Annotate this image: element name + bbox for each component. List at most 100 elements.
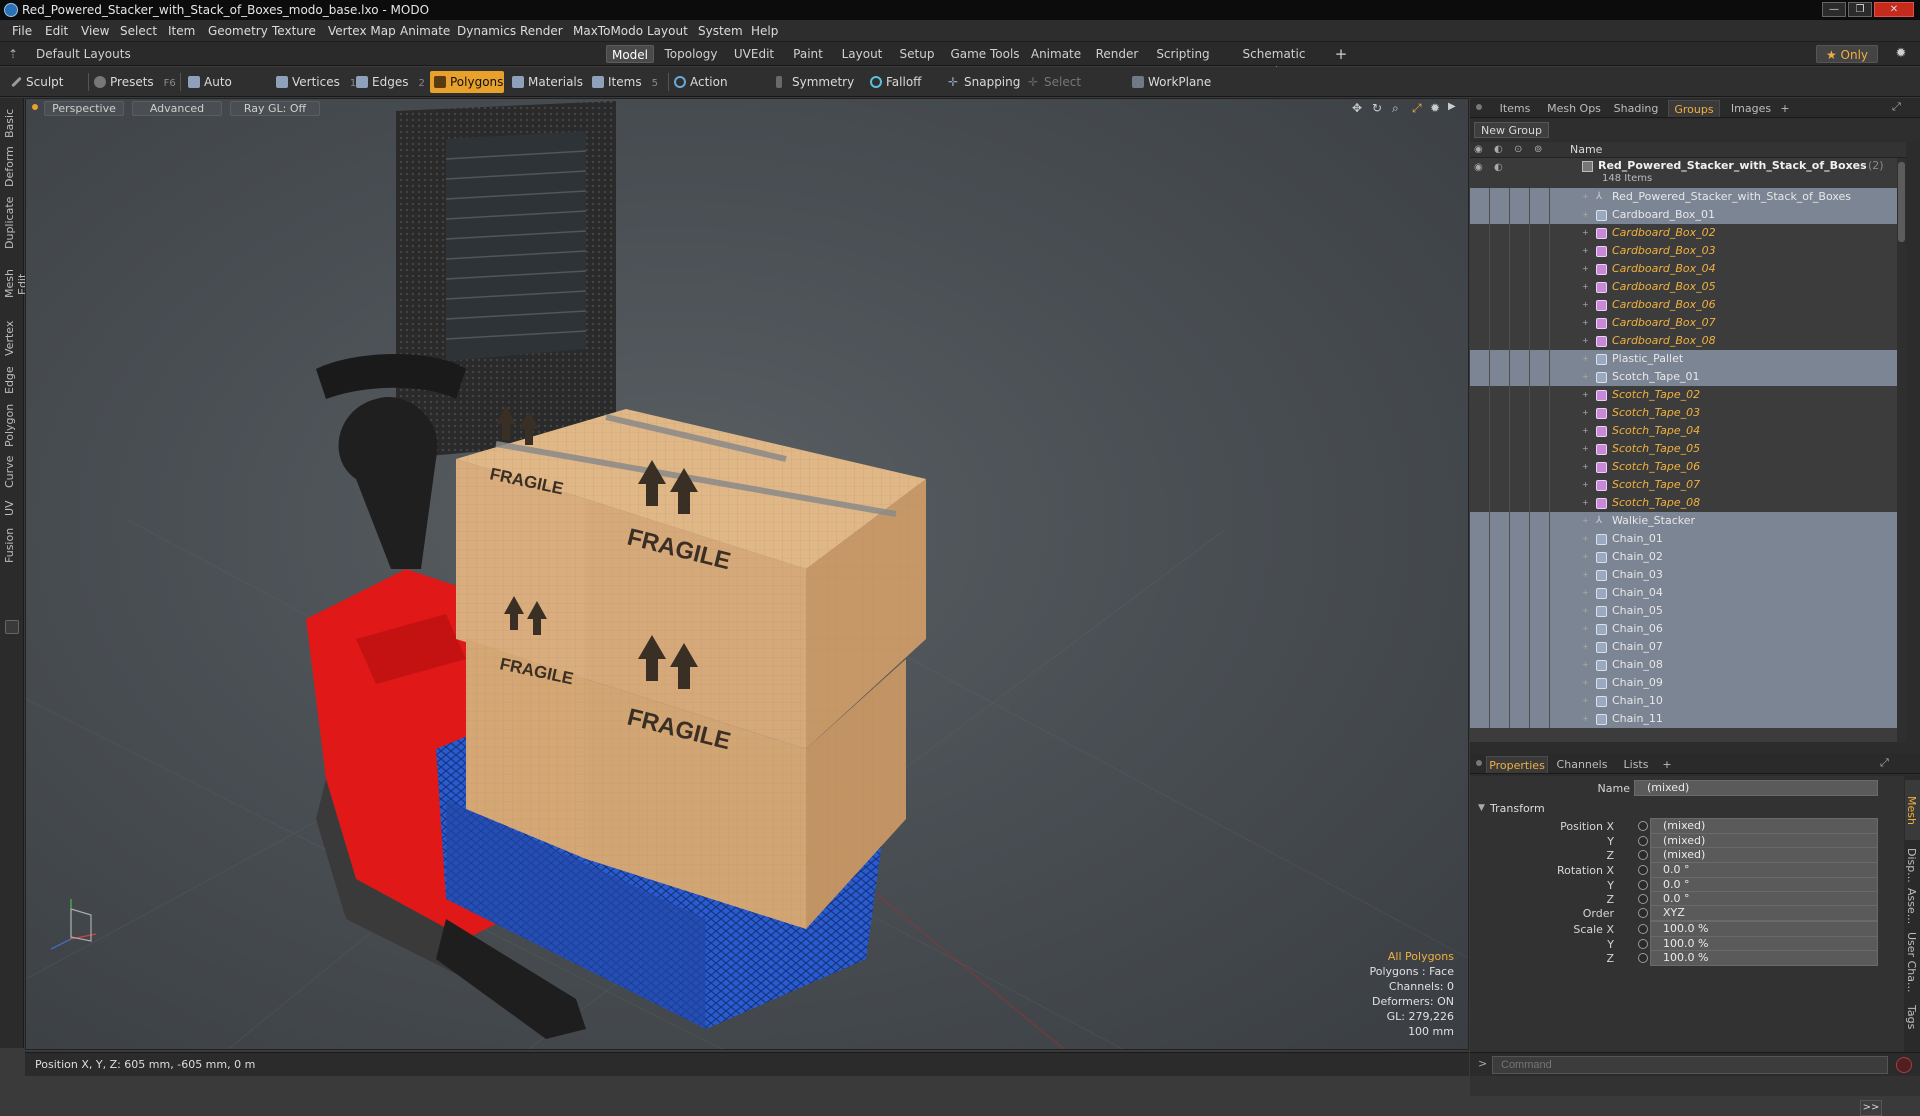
visibility-cell[interactable]	[1470, 638, 1490, 656]
expand-icon[interactable]: +	[1582, 638, 1589, 656]
visibility-cell[interactable]	[1490, 206, 1510, 224]
keyframe-toggle[interactable]	[1638, 850, 1648, 860]
tab-uvedit[interactable]: UVEdit	[730, 45, 778, 63]
expand-icon[interactable]: +	[1582, 224, 1589, 242]
visibility-cell[interactable]	[1530, 296, 1550, 314]
visibility-cell[interactable]	[1530, 260, 1550, 278]
groups-scrollbar-thumb[interactable]	[1898, 162, 1905, 242]
visibility-cell[interactable]	[1530, 188, 1550, 206]
add-properties-tab-button[interactable]: +	[1660, 756, 1674, 773]
expand-icon[interactable]: +	[1582, 692, 1589, 710]
visibility-cell[interactable]	[1490, 368, 1510, 386]
group-root[interactable]: ◉ ◐ Red_Powered_Stacker_with_Stack_of_Bo…	[1470, 158, 1906, 188]
expand-icon[interactable]: +	[1582, 332, 1589, 350]
visibility-cell[interactable]	[1470, 422, 1490, 440]
tab-shading[interactable]: Shading	[1610, 100, 1662, 117]
visibility-cell[interactable]	[1470, 674, 1490, 692]
expand-icon[interactable]: +	[1582, 386, 1589, 404]
expand-more-button[interactable]: >>	[1860, 1100, 1882, 1116]
visibility-cell[interactable]	[1530, 656, 1550, 674]
expand-icon[interactable]: +	[1582, 260, 1589, 278]
group-row[interactable]: + Scotch_Tape_03	[1470, 404, 1906, 422]
visibility-cell[interactable]	[1470, 584, 1490, 602]
visibility-cell[interactable]	[1470, 458, 1490, 476]
visibility-cell[interactable]	[1510, 224, 1530, 242]
visibility-cell[interactable]	[1510, 710, 1530, 728]
visibility-cell[interactable]	[1470, 530, 1490, 548]
visibility-cell[interactable]	[1510, 494, 1530, 512]
visibility-cell[interactable]	[1470, 656, 1490, 674]
name-column-header[interactable]: Name	[1570, 143, 1602, 156]
left-tab-mesh-edit[interactable]: Mesh Edit	[3, 258, 29, 310]
auto-select-button[interactable]: Auto Select	[184, 71, 272, 111]
visibility-cell[interactable]	[1490, 332, 1510, 350]
left-tab-uv[interactable]: UV	[3, 496, 21, 520]
visibility-cell[interactable]	[1510, 278, 1530, 296]
transform-row-field[interactable]: 0.0 °	[1650, 862, 1878, 878]
tab-setup[interactable]: Setup	[894, 45, 940, 63]
visibility-cell[interactable]	[1530, 350, 1550, 368]
visibility-cell[interactable]	[1490, 422, 1510, 440]
expand-icon[interactable]: +	[1582, 566, 1589, 584]
group-row[interactable]: + Cardboard_Box_06	[1470, 296, 1906, 314]
visibility-cell[interactable]	[1470, 188, 1490, 206]
menu-item[interactable]: Item	[168, 20, 195, 42]
menu-help[interactable]: Help	[751, 20, 778, 42]
groups-scrollbar[interactable]	[1897, 158, 1906, 742]
group-row[interactable]: + Cardboard_Box_01	[1470, 206, 1906, 224]
visibility-cell[interactable]	[1510, 332, 1530, 350]
visibility-cell[interactable]	[1490, 350, 1510, 368]
group-row[interactable]: + Chain_02	[1470, 548, 1906, 566]
group-row[interactable]: + Cardboard_Box_08	[1470, 332, 1906, 350]
group-row[interactable]: + Scotch_Tape_07	[1470, 476, 1906, 494]
visibility-cell[interactable]	[1470, 332, 1490, 350]
layout-pin-icon[interactable]: ⇡	[6, 45, 20, 63]
expand-icon[interactable]: +	[1582, 476, 1589, 494]
tab-mesh-ops[interactable]: Mesh Ops	[1544, 100, 1604, 117]
new-group-button[interactable]: New Group	[1474, 122, 1549, 138]
visibility-cell[interactable]	[1510, 656, 1530, 674]
menu-system[interactable]: System	[698, 20, 743, 42]
menu-file[interactable]: File	[12, 20, 32, 42]
group-row[interactable]: + Chain_08	[1470, 656, 1906, 674]
tab-lists[interactable]: Lists	[1616, 756, 1656, 773]
expand-icon[interactable]: +	[1582, 278, 1589, 296]
expand-icon[interactable]: +	[1582, 620, 1589, 638]
visibility-cell[interactable]	[1490, 620, 1510, 638]
left-tab-vertex[interactable]: Vertex	[3, 318, 21, 358]
visibility-cell[interactable]	[1510, 512, 1530, 530]
visibility-cell[interactable]	[1470, 206, 1490, 224]
edges-mode-button[interactable]: Edges 2	[352, 71, 428, 93]
menu-layout[interactable]: Layout	[647, 20, 688, 42]
keyframe-toggle[interactable]	[1638, 939, 1648, 949]
group-row[interactable]: + ⅄ Walkie_Stacker	[1470, 512, 1906, 530]
action-center-button[interactable]: Action Center	[670, 71, 768, 111]
visibility-cell[interactable]	[1510, 530, 1530, 548]
keyframe-toggle[interactable]	[1638, 865, 1648, 875]
group-row[interactable]: + Scotch_Tape_06	[1470, 458, 1906, 476]
visibility-cell[interactable]	[1490, 224, 1510, 242]
visibility-cell[interactable]	[1510, 242, 1530, 260]
materials-mode-button[interactable]: Materials	[508, 71, 588, 93]
keyframe-toggle[interactable]	[1638, 953, 1648, 963]
symmetry-button[interactable]: Symmetry	[772, 71, 862, 93]
visibility-cell[interactable]	[1490, 188, 1510, 206]
menu-texture[interactable]: Texture	[272, 20, 316, 42]
name-field[interactable]: (mixed)	[1634, 780, 1878, 796]
visibility-cell[interactable]	[1510, 422, 1530, 440]
visibility-cell[interactable]	[1510, 440, 1530, 458]
visibility-cell[interactable]	[1470, 566, 1490, 584]
minimize-button[interactable]: —	[1822, 2, 1846, 17]
visibility-cell[interactable]	[1470, 296, 1490, 314]
visibility-cell[interactable]	[1490, 656, 1510, 674]
expand-icon[interactable]: +	[1582, 368, 1589, 386]
visibility-cell[interactable]	[1530, 566, 1550, 584]
transform-row-field[interactable]: 100.0 %	[1650, 921, 1878, 937]
menu-view[interactable]: View	[81, 20, 109, 42]
visibility-cell[interactable]	[1530, 548, 1550, 566]
left-tab-curve[interactable]: Curve	[3, 454, 21, 490]
expand-icon[interactable]: +	[1582, 656, 1589, 674]
visibility-cell[interactable]	[1470, 602, 1490, 620]
visibility-cell[interactable]	[1530, 530, 1550, 548]
visibility-cell[interactable]	[1510, 584, 1530, 602]
